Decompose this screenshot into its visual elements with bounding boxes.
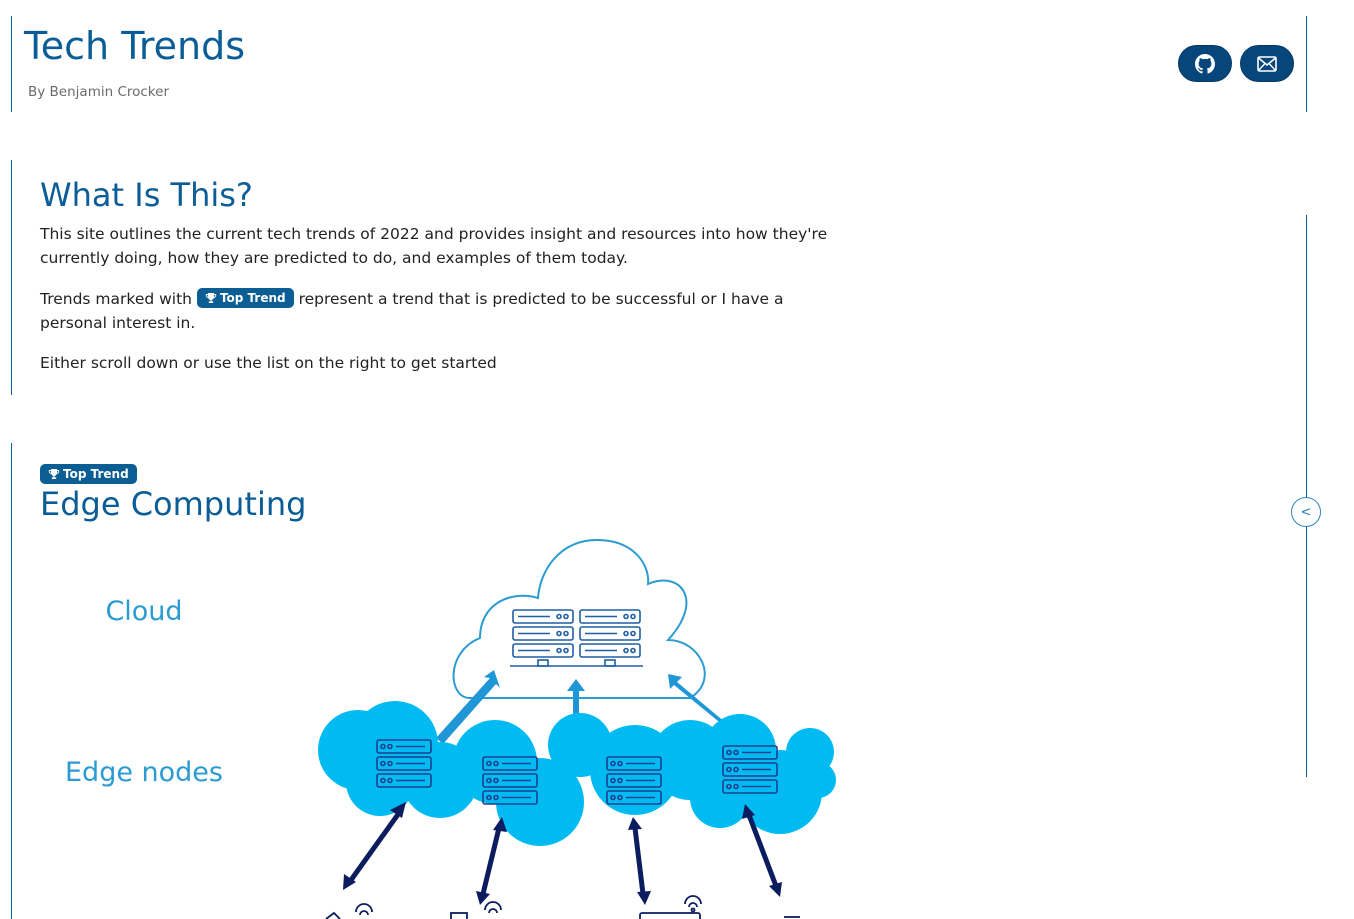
- edge-left-line: [11, 443, 12, 919]
- site-title: Tech Trends: [24, 24, 245, 68]
- intro-badge-paragraph: Trends marked with Top Trend represent a…: [40, 287, 840, 335]
- header-left-line: [11, 16, 12, 112]
- site-byline: By Benjamin Crocker: [28, 84, 169, 100]
- top-trend-badge: Top Trend: [196, 287, 294, 308]
- edge-title: Edge Computing: [40, 485, 307, 523]
- edge-computing-diagram: Cloud Edge nodes: [65, 538, 836, 919]
- intro-left-line: [11, 160, 12, 395]
- toc-line: [1306, 215, 1307, 777]
- toc-toggle-button[interactable]: <: [1291, 497, 1321, 527]
- edge-nodes-label: Edge nodes: [65, 757, 223, 788]
- header-right-line: [1306, 16, 1307, 112]
- paragraph-text: Trends marked with: [40, 290, 193, 308]
- device-icons: [325, 895, 800, 919]
- intro-paragraph: This site outlines the current tech tren…: [40, 225, 828, 267]
- badge-label: Top Trend: [219, 290, 286, 305]
- badge-label: Top Trend: [63, 467, 129, 481]
- intro-start-paragraph: Either scroll down or use the list on th…: [40, 354, 497, 372]
- email-button[interactable]: [1240, 45, 1294, 82]
- trophy-icon: [48, 469, 60, 479]
- top-trend-badge: Top Trend: [40, 464, 137, 484]
- github-icon: [1195, 53, 1215, 74]
- intro-title: What Is This?: [40, 176, 253, 214]
- mail-icon: [1257, 55, 1277, 72]
- github-button[interactable]: [1178, 45, 1232, 82]
- trophy-icon: [205, 292, 217, 303]
- cloud-label: Cloud: [105, 596, 182, 627]
